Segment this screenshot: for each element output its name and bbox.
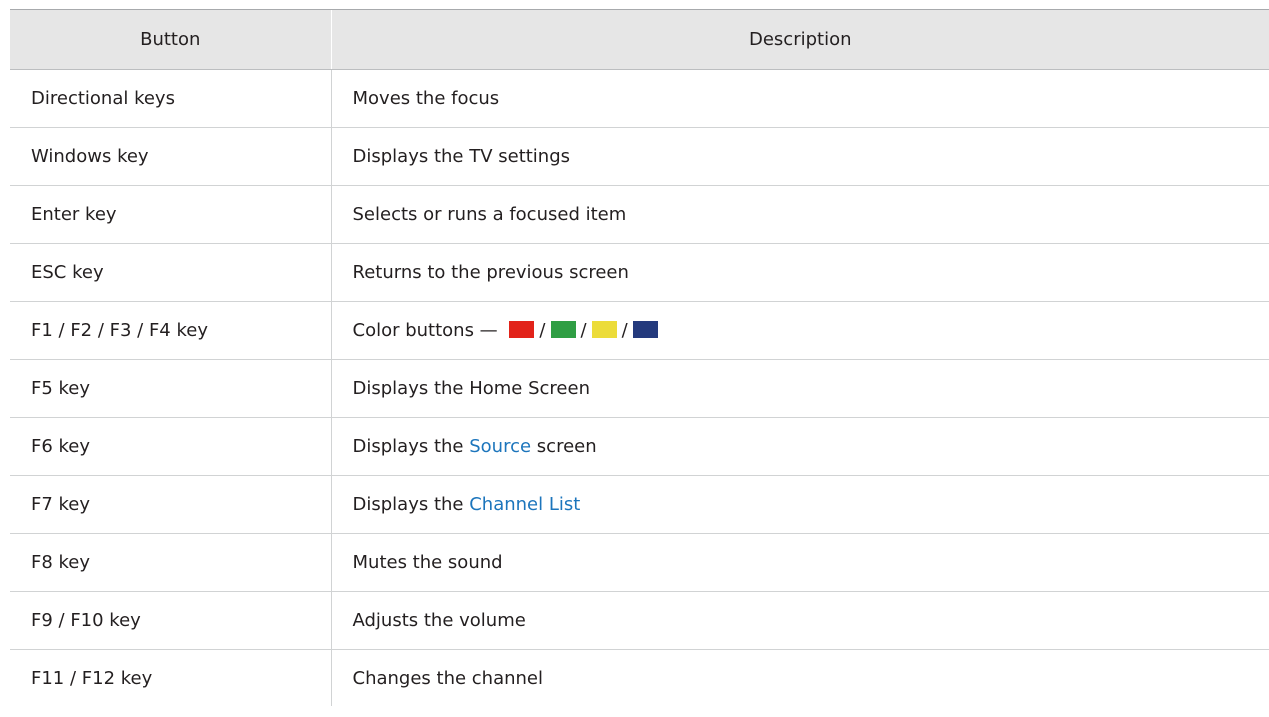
yellow-swatch (591, 321, 617, 338)
color-separator: / (621, 320, 628, 341)
header-button: Button (10, 9, 331, 70)
key-description: Mutes the sound (330, 533, 1269, 592)
table-row: F8 key Mutes the sound (10, 533, 1269, 592)
key-description: Displays the TV settings (330, 127, 1269, 186)
key-description: Selects or runs a focused item (330, 185, 1269, 244)
table-row: F11 / F12 key Changes the channel (10, 649, 1269, 706)
table-row: F5 key Displays the Home Screen (10, 359, 1269, 418)
channel-list-link[interactable]: Channel List (469, 494, 580, 515)
key-description: Changes the channel (330, 649, 1269, 706)
key-name: Enter key (10, 185, 331, 244)
key-function-table: Button Description Directional keys Move… (10, 9, 1269, 706)
key-name: F11 / F12 key (31, 667, 153, 689)
table-row: F1 / F2 / F3 / F4 key Color buttons — / /… (10, 301, 1269, 360)
color-buttons-label: Color buttons — (352, 320, 498, 341)
red-swatch (509, 321, 535, 338)
header-description: Description (330, 9, 1269, 70)
table-header-row: Button Description (10, 9, 1269, 70)
key-name: ESC key (10, 243, 331, 302)
green-swatch (550, 321, 576, 338)
description-text: Displays the (352, 436, 464, 457)
table-row: F7 key Displays the Channel List (10, 475, 1269, 534)
source-link[interactable]: Source (469, 436, 531, 457)
key-name: F6 key (10, 417, 331, 476)
key-description: Returns to the previous screen (330, 243, 1269, 302)
table-row: Enter key Selects or runs a focused item (10, 185, 1269, 244)
key-name: F8 key (10, 533, 331, 592)
key-description: Displays the Home Screen (330, 359, 1269, 418)
table-row: Directional keys Moves the focus (10, 69, 1269, 128)
color-separator: / (539, 320, 546, 341)
key-name: F7 key (10, 475, 331, 534)
key-description: Color buttons — / / / (330, 301, 1269, 360)
key-name: Windows key (10, 127, 331, 186)
color-separator: / (580, 320, 587, 341)
table-row: F9 / F10 key Adjusts the volume (10, 591, 1269, 650)
table-row: Windows key Displays the TV settings (10, 127, 1269, 186)
key-description: Adjusts the volume (330, 591, 1269, 650)
table-row: ESC key Returns to the previous screen (10, 243, 1269, 302)
key-name: F5 key (10, 359, 331, 418)
description-text: Displays the (352, 494, 464, 515)
key-name: F1 / F2 / F3 / F4 key (10, 301, 331, 360)
description-text: screen (536, 436, 597, 457)
blue-swatch (632, 321, 658, 338)
table-row: F6 key Displays the Source screen (10, 417, 1269, 476)
key-description: Displays the Channel List (330, 475, 1269, 534)
key-description: Displays the Source screen (330, 417, 1269, 476)
key-name: Directional keys (10, 69, 331, 128)
key-description: Moves the focus (330, 69, 1269, 128)
key-name: F9 / F10 key (10, 591, 331, 650)
